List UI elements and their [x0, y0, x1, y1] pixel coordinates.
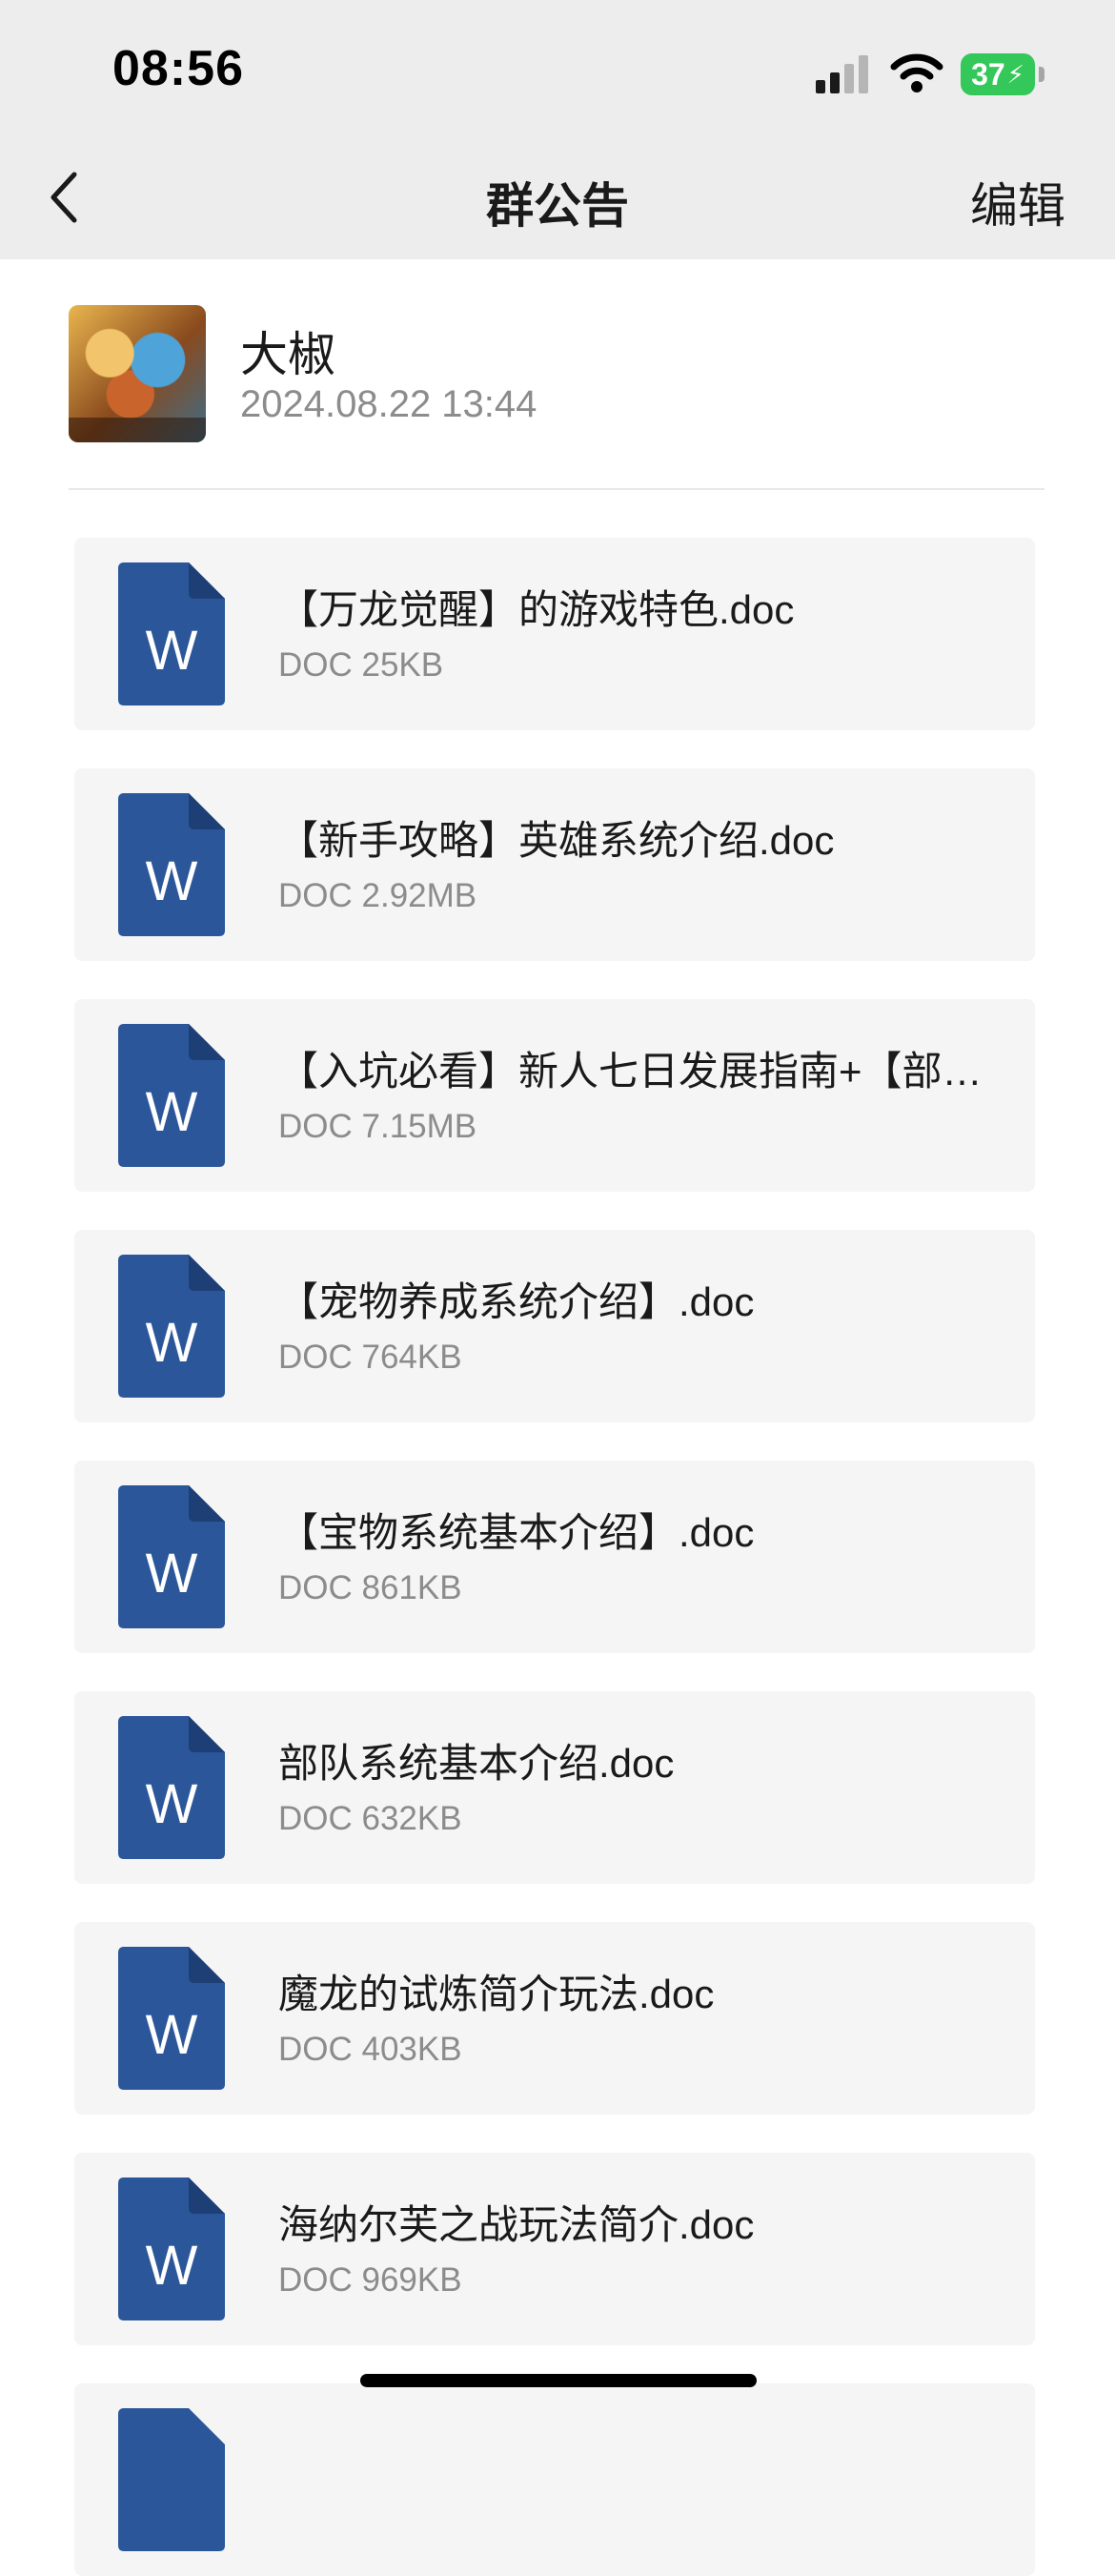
file-card[interactable]: W 【新手攻略】英雄系统介绍.doc DOC 2.92MB [74, 768, 1035, 961]
file-meta: DOC 764KB [278, 1339, 462, 1376]
avatar-banner [69, 418, 206, 442]
word-doc-icon: W [118, 1485, 225, 1628]
word-doc-icon: W [118, 1716, 225, 1859]
file-name: 【新手攻略】英雄系统介绍.doc [278, 818, 835, 863]
charging-bolt-icon: ⚡ [1006, 59, 1024, 89]
word-doc-icon: W [118, 1024, 225, 1167]
post-datetime: 2024.08.22 13:44 [240, 383, 537, 425]
svg-text:W: W [146, 2235, 198, 2297]
file-name: 【万龙觉醒】的游戏特色.doc [278, 587, 795, 632]
file-name: 【宝物系统基本介绍】.doc [278, 1510, 755, 1555]
svg-text:W: W [146, 2004, 198, 2066]
cellular-signal-icon [816, 55, 868, 93]
author-name: 大椒 [240, 328, 335, 381]
word-doc-icon: W [118, 1255, 225, 1398]
svg-text:W: W [146, 1312, 198, 1374]
svg-text:W: W [146, 620, 198, 682]
file-card[interactable]: W 海纳尔芙之战玩法简介.doc DOC 969KB [74, 2153, 1035, 2345]
word-doc-icon: W [118, 1947, 225, 2090]
status-time: 08:56 [112, 41, 244, 96]
file-meta: DOC 7.15MB [278, 1108, 477, 1145]
edit-button[interactable]: 编辑 [970, 168, 1065, 236]
file-card[interactable]: W 【入坑必看】新人七日发展指南+【部队… DOC 7.15MB [74, 999, 1035, 1192]
page-title: 群公告 [486, 179, 629, 233]
word-doc-icon [118, 2408, 225, 2551]
word-doc-icon: W [118, 793, 225, 936]
wifi-icon [890, 53, 943, 92]
file-name: 海纳尔芙之战玩法简介.doc [278, 2202, 755, 2247]
file-meta: DOC 969KB [278, 2261, 462, 2299]
announcement-author: 大椒 2024.08.22 13:44 [69, 305, 1044, 490]
file-card[interactable]: W 【宠物养成系统介绍】.doc DOC 764KB [74, 1230, 1035, 1422]
file-name: 【入坑必看】新人七日发展指南+【部队… [278, 1049, 1003, 1094]
file-name: 魔龙的试炼简介玩法.doc [278, 1972, 715, 2016]
top-bar: 08:56 37 ⚡ 群公告 编辑 [0, 0, 1115, 259]
file-card-partial[interactable] [74, 2383, 1035, 2576]
avatar[interactable] [69, 305, 206, 442]
file-meta: DOC 2.92MB [278, 877, 477, 914]
battery-indicator: 37 ⚡ [961, 53, 1035, 95]
home-indicator[interactable] [360, 2374, 757, 2387]
battery-level: 37 [971, 56, 1005, 92]
file-meta: DOC 861KB [278, 1569, 462, 1606]
word-doc-icon: W [118, 2177, 225, 2320]
file-card[interactable]: W 部队系统基本介绍.doc DOC 632KB [74, 1691, 1035, 1884]
file-name: 【宠物养成系统介绍】.doc [278, 1279, 755, 1324]
file-card[interactable]: W 【宝物系统基本介绍】.doc DOC 861KB [74, 1461, 1035, 1653]
battery-cap [1039, 67, 1044, 82]
file-meta: DOC 632KB [278, 1800, 462, 1837]
file-card[interactable]: W 魔龙的试炼简介玩法.doc DOC 403KB [74, 1922, 1035, 2115]
svg-text:W: W [146, 1081, 198, 1143]
svg-text:W: W [146, 1773, 198, 1835]
svg-text:W: W [146, 1543, 198, 1605]
file-card[interactable]: W 【万龙觉醒】的游戏特色.doc DOC 25KB [74, 538, 1035, 730]
file-meta: DOC 25KB [278, 646, 444, 684]
svg-text:W: W [146, 850, 198, 912]
file-name: 部队系统基本介绍.doc [278, 1741, 675, 1786]
file-meta: DOC 403KB [278, 2031, 462, 2068]
word-doc-icon: W [118, 562, 225, 705]
